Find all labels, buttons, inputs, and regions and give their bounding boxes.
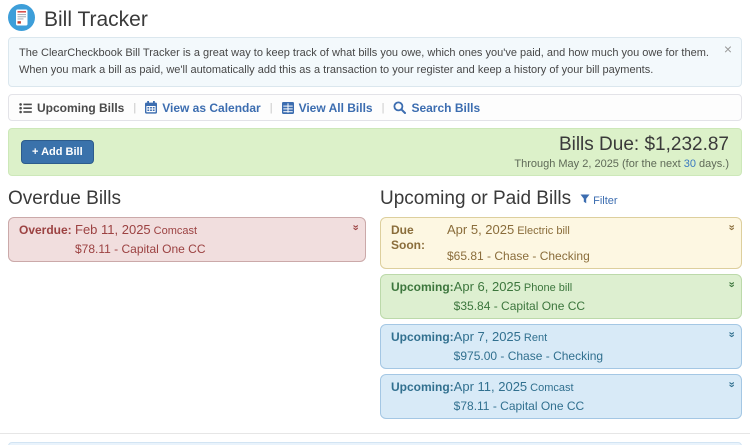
funnel-icon [580, 194, 590, 207]
search-icon [393, 101, 406, 114]
bills-due-summary: Bills Due: $1,232.87 Through May 2, 2025… [514, 134, 729, 170]
nav-separator: | [382, 102, 385, 114]
overdue-bills-title: Overdue Bills [8, 188, 121, 210]
page-title: Bill Tracker [44, 8, 148, 32]
bill-status-label: Due Soon: [391, 222, 447, 263]
bill-details: Feb 11, 2025Comcast $78.11 - Capital One… [75, 222, 343, 256]
bill-name: Phone bill [524, 282, 572, 294]
bills-columns: Overdue Bills Overdue: Feb 11, 2025Comca… [8, 187, 742, 424]
chevrons-down-icon[interactable]: » [725, 225, 737, 230]
bills-due-range-prefix: Through May 2, 2025 (for the next [514, 158, 683, 170]
bill-amount-account: $65.81 - Chase - Checking [447, 249, 719, 263]
bills-due-range: Through May 2, 2025 (for the next 30 day… [514, 158, 729, 170]
intro-banner: The ClearCheckbook Bill Tracker is a gre… [8, 37, 742, 87]
bills-due-range-suffix: days.) [696, 158, 729, 170]
bill-name: Comcast [154, 225, 197, 237]
upcoming-bills-title: Upcoming or Paid Bills [380, 188, 571, 210]
nav-view-as-calendar[interactable]: View as Calendar [145, 101, 261, 115]
bill-tracker-nav: Upcoming Bills | View as Calendar | [8, 94, 742, 121]
nav-search-bills[interactable]: Search Bills [393, 101, 480, 115]
bill-details: Apr 7, 2025Rent $975.00 - Chase - Checki… [454, 329, 719, 363]
filter-link[interactable]: Filter [580, 194, 617, 207]
bill-date: Apr 6, 2025 [454, 279, 521, 294]
bill-card-upcoming-rent[interactable]: Upcoming: Apr 7, 2025Rent $975.00 - Chas… [380, 324, 742, 369]
nav-view-all-bills[interactable]: View All Bills [282, 101, 373, 115]
chevrons-down-icon[interactable]: » [725, 282, 737, 287]
bills-due-banner: + Add Bill Bills Due: $1,232.87 Through … [8, 128, 742, 176]
bill-status-label: Overdue: [19, 222, 75, 256]
nav-separator: | [133, 102, 136, 114]
bill-details: Apr 6, 2025Phone bill $35.84 - Capital O… [454, 279, 719, 313]
chevrons-down-icon[interactable]: » [725, 382, 737, 387]
bills-due-total: Bills Due: $1,232.87 [514, 134, 729, 156]
bill-card-due-soon-electric[interactable]: Due Soon: Apr 5, 2025Electric bill $65.8… [380, 217, 742, 269]
bill-date: Apr 5, 2025 [447, 222, 514, 237]
page-header: Bill Tracker [8, 0, 742, 34]
footer-divider [0, 433, 750, 434]
bill-name: Electric bill [517, 225, 570, 237]
bill-amount-account: $78.11 - Capital One CC [454, 399, 719, 413]
bill-date: Apr 7, 2025 [454, 329, 521, 344]
add-bill-button[interactable]: + Add Bill [21, 140, 94, 164]
bill-details: Apr 11, 2025Comcast $78.11 - Capital One… [454, 379, 719, 413]
close-icon[interactable]: × [724, 42, 732, 56]
bill-amount-account: $975.00 - Chase - Checking [454, 349, 719, 363]
nav-separator: | [270, 102, 273, 114]
bill-tracker-page: Bill Tracker The ClearCheckbook Bill Tra… [0, 0, 750, 445]
bill-date: Apr 11, 2025 [454, 379, 527, 394]
bill-card-upcoming-phone[interactable]: Upcoming: Apr 6, 2025Phone bill $35.84 -… [380, 274, 742, 319]
bill-amount-account: $35.84 - Capital One CC [454, 299, 719, 313]
bill-name: Rent [524, 332, 547, 344]
bill-name: Comcast [530, 382, 573, 394]
nav-upcoming-bills-label: Upcoming Bills [37, 101, 124, 115]
list-icon [19, 102, 32, 114]
chevrons-down-icon[interactable]: » [349, 225, 361, 230]
upcoming-bills-section: Upcoming or Paid Bills Filter Due Soon: … [380, 187, 742, 424]
bill-status-label: Upcoming: [391, 329, 454, 363]
bill-date: Feb 11, 2025 [75, 222, 151, 237]
bill-status-label: Upcoming: [391, 279, 454, 313]
receipt-logo-icon [8, 4, 35, 36]
nav-search-bills-label: Search Bills [411, 101, 480, 115]
bill-card-overdue-comcast[interactable]: Overdue: Feb 11, 2025Comcast $78.11 - Ca… [8, 217, 366, 262]
bill-details: Apr 5, 2025Electric bill $65.81 - Chase … [447, 222, 719, 263]
intro-banner-text: The ClearCheckbook Bill Tracker is a gre… [19, 47, 709, 76]
nav-view-as-calendar-label: View as Calendar [162, 101, 261, 115]
calendar-icon [145, 101, 157, 114]
nav-view-all-bills-label: View All Bills [299, 101, 373, 115]
chevrons-down-icon[interactable]: » [725, 332, 737, 337]
days-link[interactable]: 30 [684, 158, 696, 170]
bill-card-upcoming-comcast[interactable]: Upcoming: Apr 11, 2025Comcast $78.11 - C… [380, 374, 742, 419]
nav-upcoming-bills[interactable]: Upcoming Bills [19, 101, 124, 115]
bill-status-label: Upcoming: [391, 379, 454, 413]
overdue-bills-section: Overdue Bills Overdue: Feb 11, 2025Comca… [8, 187, 366, 424]
filter-link-label: Filter [593, 195, 617, 207]
bill-amount-account: $78.11 - Capital One CC [75, 242, 343, 256]
table-icon [282, 102, 294, 114]
